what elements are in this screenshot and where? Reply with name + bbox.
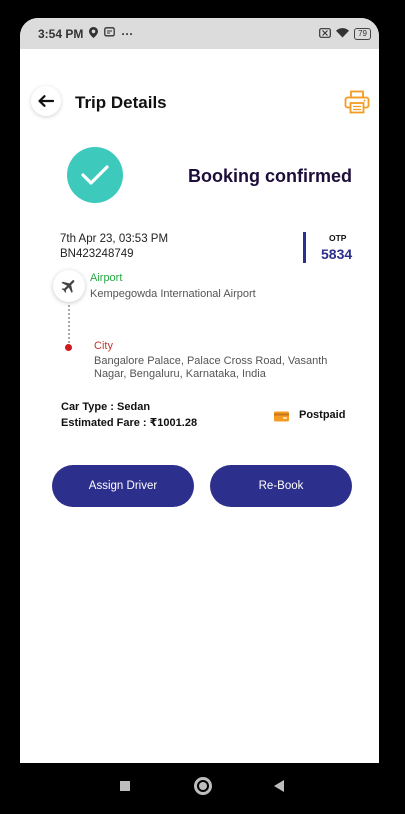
app-screen: 3:54 PM ··· 79 Trip Details Booking conf… bbox=[20, 18, 379, 763]
status-bar-right: 79 bbox=[319, 27, 371, 41]
assign-driver-button[interactable]: Assign Driver bbox=[52, 465, 194, 507]
checkmark-icon bbox=[81, 165, 109, 185]
drop-marker bbox=[65, 344, 72, 351]
app-header: Trip Details bbox=[20, 80, 379, 126]
booking-id: BN423248749 bbox=[60, 248, 134, 260]
airplane-icon bbox=[61, 280, 75, 293]
system-nav-bar bbox=[20, 763, 379, 814]
home-button[interactable] bbox=[194, 777, 212, 795]
recents-button[interactable] bbox=[120, 781, 130, 791]
status-bar-left: 3:54 PM ··· bbox=[38, 26, 134, 41]
drop-address: Bangalore Palace, Palace Cross Road, Vas… bbox=[94, 355, 328, 380]
print-button[interactable] bbox=[344, 90, 370, 119]
message-icon bbox=[104, 26, 116, 41]
status-time: 3:54 PM bbox=[38, 26, 84, 41]
status-bar: 3:54 PM ··· 79 bbox=[20, 18, 379, 49]
battery-icon: 79 bbox=[354, 27, 371, 40]
drop-label: City bbox=[94, 340, 113, 352]
system-back-button[interactable] bbox=[274, 780, 284, 792]
otp-divider bbox=[303, 232, 306, 263]
sim-off-icon bbox=[319, 27, 331, 41]
otp-label: OTP bbox=[329, 233, 347, 243]
pickup-label: Airport bbox=[90, 272, 123, 284]
pickup-marker bbox=[53, 270, 85, 302]
estimated-fare: Estimated Fare : ₹1001.28 bbox=[61, 417, 198, 429]
printer-icon bbox=[344, 90, 370, 114]
rebook-button[interactable]: Re-Book bbox=[210, 465, 352, 507]
payment-mode: Postpaid bbox=[299, 409, 346, 421]
more-notifications-icon: ··· bbox=[121, 26, 134, 41]
booking-datetime: 7th Apr 23, 03:53 PM bbox=[60, 233, 169, 245]
pickup-address: Kempegowda International Airport bbox=[90, 288, 256, 300]
wifi-icon bbox=[336, 27, 350, 41]
car-type: Car Type : Sedan bbox=[61, 401, 151, 413]
booking-status-text: Booking confirmed bbox=[188, 166, 353, 186]
route-connector bbox=[68, 305, 70, 343]
otp-value: 5834 bbox=[321, 246, 353, 262]
location-icon bbox=[89, 26, 99, 41]
arrow-left-icon bbox=[38, 95, 54, 107]
page-title: Trip Details bbox=[75, 93, 167, 112]
back-button[interactable] bbox=[31, 86, 61, 116]
success-check-badge bbox=[67, 147, 123, 203]
wallet-icon bbox=[274, 409, 289, 427]
